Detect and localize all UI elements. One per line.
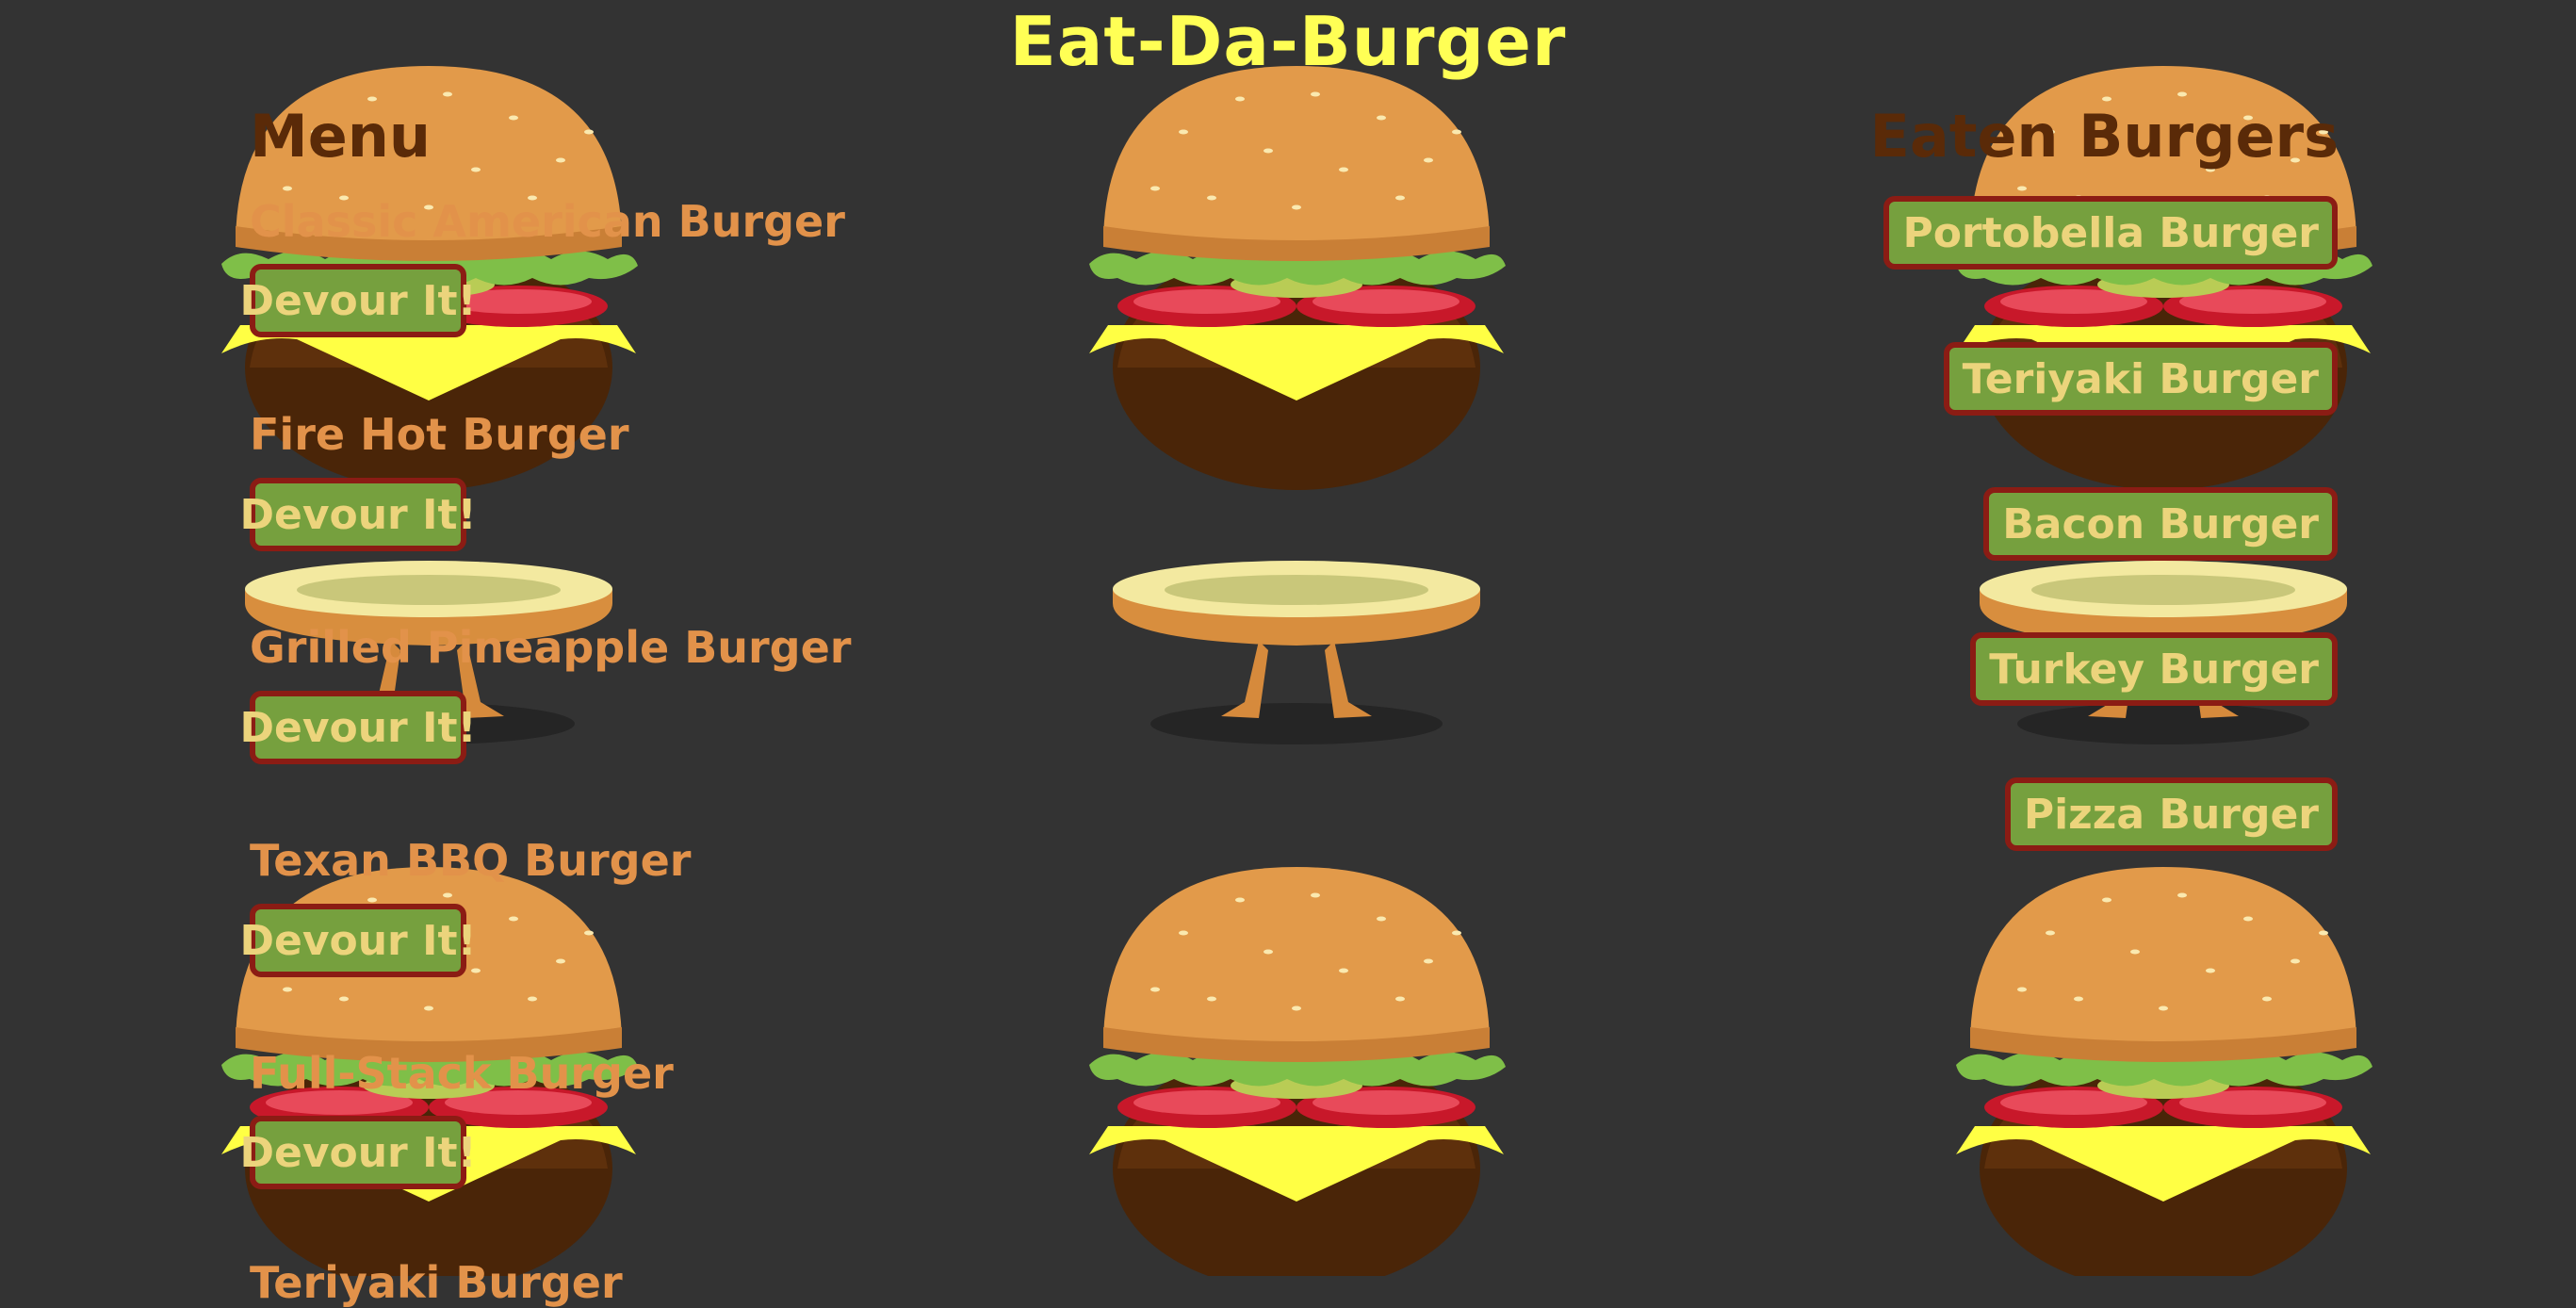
eaten-burger-button[interactable]: Turkey Burger [1970,632,2338,706]
eaten-burger-button[interactable]: Bacon Burger [1983,487,2338,561]
devour-button[interactable]: Devour It! [239,1116,477,1189]
devour-button[interactable]: Devour It! [239,904,477,977]
app-title: Eat-Da-Burger [1009,2,1567,81]
menu-item-name: Fire Hot Burger [250,409,629,460]
devour-button[interactable]: Devour It! [239,691,477,764]
menu-item-name: Grilled Pineapple Burger [250,622,852,673]
menu-item-name: Texan BBQ Burger [250,835,692,886]
menu-item-name: Teriyaki Burger [250,1257,623,1308]
eaten-heading: Eaten Burgers [1869,102,2339,171]
menu-item-name: Classic American Burger [250,196,845,247]
menu-heading: Menu [250,102,432,171]
eaten-burger-button[interactable]: Pizza Burger [2004,777,2338,851]
menu-item-name: Full-Stack Burger [250,1048,674,1099]
eaten-burger-button[interactable]: Teriyaki Burger [1943,342,2338,416]
devour-button[interactable]: Devour It! [239,264,477,337]
devour-button[interactable]: Devour It! [239,478,477,551]
eaten-burger-button[interactable]: Portobella Burger [1883,196,2338,270]
